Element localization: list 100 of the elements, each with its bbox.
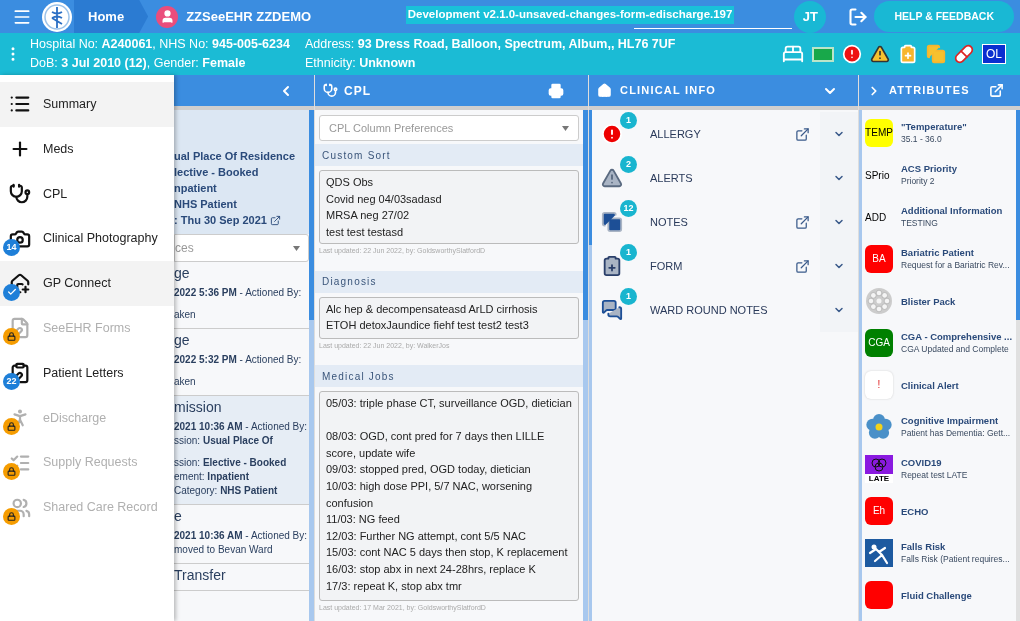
count-badge: 12 [620, 200, 637, 217]
entry-detail: aken [174, 308, 197, 322]
alert-circle-icon [601, 123, 623, 145]
attribute-title: ACS Priority [901, 163, 957, 174]
menu-item[interactable]: Meds [0, 126, 174, 172]
section-heading: Medical Jobs [315, 365, 583, 387]
logout-button[interactable] [848, 6, 869, 27]
attribute-label: SPrio [865, 168, 891, 183]
speech-bubbles-icon [601, 299, 623, 321]
scrollbar[interactable] [1016, 110, 1020, 621]
attribute-tile: CGA [865, 329, 893, 357]
external-link-icon[interactable] [989, 83, 1004, 98]
external-link-icon[interactable] [795, 258, 810, 274]
bed-icon[interactable] [782, 43, 804, 65]
entry-detail: aken [174, 375, 197, 389]
clinical-info-row[interactable]: 2 ALERTS [592, 156, 858, 200]
house-icon [597, 83, 612, 98]
menu-item[interactable]: 22 Patient Letters [0, 350, 174, 396]
stethoscope-icon [323, 83, 338, 98]
attribute-tile: TEMP [865, 119, 893, 147]
menu-item[interactable]: Summary [0, 82, 174, 127]
clinical-info-label: NOTES [650, 214, 688, 230]
entry-detail: Category: NHS Patient [174, 484, 279, 498]
lock-badge [3, 417, 20, 435]
patient-detail: Hospital No: A240061, NHS No: 945-005-6234 [30, 36, 291, 53]
attribute-detail: Patient has Dementia: Gett... [901, 428, 1011, 439]
menu-label: CPL [43, 185, 68, 203]
notes-icon [601, 211, 623, 233]
attribute-row[interactable]: ! Clinical Alert [862, 364, 1016, 406]
attribute-detail: Priority 2 [901, 176, 936, 187]
clinical-info-row[interactable]: 1 ALLERGY [592, 112, 858, 156]
attribute-row[interactable]: Cognitive Impairment Patient has Dementia: Gett... [862, 406, 1016, 448]
panel-title: CPL [344, 82, 371, 100]
menu-item[interactable]: CPL [0, 171, 174, 217]
menu-item[interactable]: GP Connect [0, 261, 174, 306]
flower-icon [865, 413, 893, 441]
covid-tile: LATE [865, 455, 893, 483]
external-link-icon[interactable] [795, 126, 810, 142]
attribute-row[interactable]: LATE COVID19 Repeat test LATE [862, 448, 1016, 490]
admission-detail: npatient [174, 181, 217, 196]
warning-icon [601, 167, 623, 189]
status-tag[interactable]: OL [982, 44, 1006, 64]
pill-icon[interactable] [954, 44, 974, 64]
home-button[interactable]: Home [74, 0, 149, 33]
count-badge: 1 [620, 288, 637, 305]
text-area[interactable]: QDS Obs Covid neg 04/03sadasd MRSA neg 27/02 test test testasd [319, 170, 579, 244]
print-icon[interactable] [548, 82, 564, 99]
admission-detail: NHS Patient [174, 197, 237, 212]
attribute-row[interactable]: Blister Pack [862, 280, 1016, 322]
attribute-row[interactable]: Fluid Challenge [862, 574, 1016, 616]
count-badge: 2 [620, 156, 637, 173]
clinical-info-row[interactable]: 1 WARD ROUND NOTES [592, 288, 858, 332]
stethoscope-icon [9, 183, 31, 205]
section-heading: Custom Sort [315, 144, 583, 166]
attribute-row[interactable]: BA Bariatric Patient Request for a Bariatric Rev... [862, 238, 1016, 280]
falling-person-icon [865, 539, 893, 567]
clinical-info-label: FORM [650, 258, 683, 274]
external-link-icon[interactable] [795, 214, 810, 230]
attribute-detail: Falls Risk (Patient requires... [901, 554, 1010, 565]
external-link-icon[interactable] [269, 214, 281, 226]
warning-icon[interactable] [870, 44, 890, 64]
menu-label: GP Connect [43, 275, 111, 293]
clinical-info-label: ALERTS [650, 170, 693, 186]
scrollbar[interactable] [309, 110, 314, 621]
section-heading: Diagnosis [315, 270, 583, 293]
attribute-title: "Temperature" [901, 121, 967, 132]
entry-detail: 2022 5:32 PM - Actioned By: [174, 353, 303, 367]
entry-detail: ssion: Usual Place Of [174, 434, 274, 448]
attribute-row[interactable]: Falls Risk Falls Risk (Patient requires... [862, 532, 1016, 574]
menu-label: SeeEHR Forms [43, 320, 131, 337]
menu-item[interactable]: 14 Clinical Photography [0, 216, 174, 262]
attribute-row[interactable]: ADD Additional Information TESTING [862, 196, 1016, 238]
flower-icon [871, 457, 887, 472]
environment-label: Development v2.1.0-unsaved-changes-form-edischarge.197 [405, 6, 735, 24]
entry-detail: 2021 10:36 AM - Actioned By: [174, 420, 309, 434]
attribute-title: Clinical Alert [901, 379, 959, 391]
entry-detail: ement: Inpatient [174, 470, 251, 484]
clipboard-icon[interactable] [898, 44, 918, 64]
patient-detail: Address: 93 Dress Road, Balloon, Spectrum, Album,, HL76 7UF [305, 36, 676, 53]
menu-label: Patient Letters [43, 364, 124, 382]
attribute-row[interactable]: CGA CGA - Comprehensive ... CGA Updated and Complete [862, 322, 1016, 364]
attribute-tile: BA [865, 245, 893, 273]
attribute-detail: Repeat test LATE [901, 470, 968, 481]
text-area[interactable]: Alc hep & decompensateasd ArLD cirrhosis ETOH detoxJaundice fiehf test test2 test3 [319, 296, 579, 339]
attribute-row[interactable]: SPrio ACS Priority Priority 2 [862, 154, 1016, 196]
count-badge: 22 [3, 373, 20, 391]
scrollbar[interactable] [589, 110, 592, 621]
attribute-title: Bariatric Patient [901, 247, 975, 258]
attribute-row[interactable]: Eh ECHO [862, 490, 1016, 532]
clinical-info-row[interactable]: 12 NOTES [592, 200, 858, 244]
menu-label: Summary [43, 96, 97, 113]
history-entry[interactable]: mission 2021 10:36 AM - Actioned By: ssion: Usual Place Of ssion: Elective - Booked ement: Inpatient Category: NHS Patient [174, 396, 309, 505]
status-card-icon[interactable] [812, 46, 834, 62]
scrollbar[interactable] [583, 110, 588, 621]
logo-icon[interactable] [42, 1, 72, 32]
text-area[interactable]: 05/03: triple phase CT, surveillance OGD, dietician 08/03: OGD, cont pred for 7 days then LILLE score, update wife 09/03: stopped pred, OGD today, dietician 10/03: high dose PPI, 5/7 NAC, worsening confusion 11/03: NG feed 12/03: Further NG attempt, cont 5/5 NAC 15/03: cont NAC 5 days then stop, K replacement 16/03: stop abx in next 24-28hrs, replace K 17/3: repeat K, stop abx tmr [319, 391, 579, 601]
menu-label: eDischarge [43, 409, 107, 427]
clinical-info-row[interactable]: 1 FORM [592, 244, 858, 288]
attribute-detail: Request for a Bariatric Rev... [901, 260, 1010, 271]
alert-circle-icon[interactable] [842, 44, 862, 64]
